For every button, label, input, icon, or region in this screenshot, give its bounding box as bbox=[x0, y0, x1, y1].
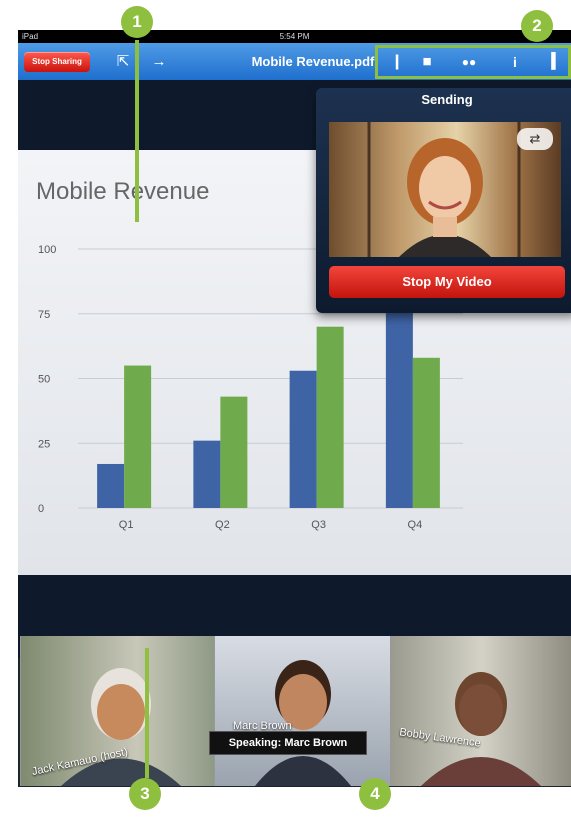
bar-series-2-q2 bbox=[220, 396, 248, 508]
y-tick-label: 75 bbox=[38, 309, 50, 321]
self-video-preview: ⇄ bbox=[329, 122, 561, 257]
bar-series-1-q4 bbox=[385, 280, 413, 508]
toolbar-highlight-box bbox=[375, 45, 571, 79]
camera-switch-icon[interactable]: ⇄ bbox=[517, 128, 553, 150]
bar-series-1-q3 bbox=[289, 370, 317, 508]
speaking-indicator: Speaking: Marc Brown bbox=[209, 731, 367, 755]
clock: 5:54 PM bbox=[279, 32, 310, 41]
ipad-screen: iPad 5:54 PM Stop Sharing ⇱ → Mobile Rev… bbox=[18, 30, 571, 787]
callout-3: 3 bbox=[129, 778, 161, 810]
callout-2: 2 bbox=[521, 10, 553, 42]
stop-my-video-button[interactable]: Stop My Video bbox=[329, 266, 565, 298]
bar-series-2-q4 bbox=[412, 357, 440, 508]
x-tick-label: Q2 bbox=[215, 519, 230, 531]
popover-title: Sending bbox=[421, 92, 473, 107]
callout-1: 1 bbox=[121, 6, 153, 38]
y-tick-label: 100 bbox=[38, 244, 56, 256]
y-tick-label: 50 bbox=[38, 374, 50, 386]
video-popover: Sending ⇄ Stop My Video bbox=[316, 88, 571, 313]
toolbar: Stop Sharing ⇱ → Mobile Revenue.pdf ❙ ■ … bbox=[18, 43, 571, 80]
status-bar: iPad 5:54 PM bbox=[18, 30, 571, 43]
x-tick-label: Q1 bbox=[119, 519, 134, 531]
bar-series-2-q3 bbox=[316, 326, 344, 508]
share-icon[interactable]: ⇱ bbox=[112, 51, 134, 73]
participant-tile[interactable]: Marc Brown bbox=[214, 636, 390, 786]
stop-sharing-button[interactable]: Stop Sharing bbox=[24, 52, 90, 72]
participant-tile[interactable]: Bobby Lawrence bbox=[390, 636, 571, 786]
participant-video bbox=[255, 660, 351, 786]
y-tick-label: 0 bbox=[38, 503, 44, 515]
y-tick-label: 25 bbox=[38, 438, 50, 450]
pointer-icon[interactable]: → bbox=[148, 51, 170, 73]
document-title: Mobile Revenue.pdf bbox=[251, 54, 375, 69]
bar-series-1-q1 bbox=[97, 463, 125, 508]
callout-4: 4 bbox=[359, 778, 391, 810]
bar-series-2-q1 bbox=[124, 365, 152, 508]
participant-strip: Jack Kamauo (host) Marc Brown Bobby Lawr… bbox=[18, 628, 571, 787]
bar-series-1-q2 bbox=[193, 440, 221, 508]
participant-video bbox=[421, 672, 541, 786]
callout-line-3 bbox=[145, 648, 149, 778]
participant-tile[interactable]: Jack Kamauo (host) bbox=[20, 636, 214, 786]
x-tick-label: Q3 bbox=[311, 519, 326, 531]
callout-line-1 bbox=[135, 40, 139, 222]
x-tick-label: Q4 bbox=[408, 519, 423, 531]
